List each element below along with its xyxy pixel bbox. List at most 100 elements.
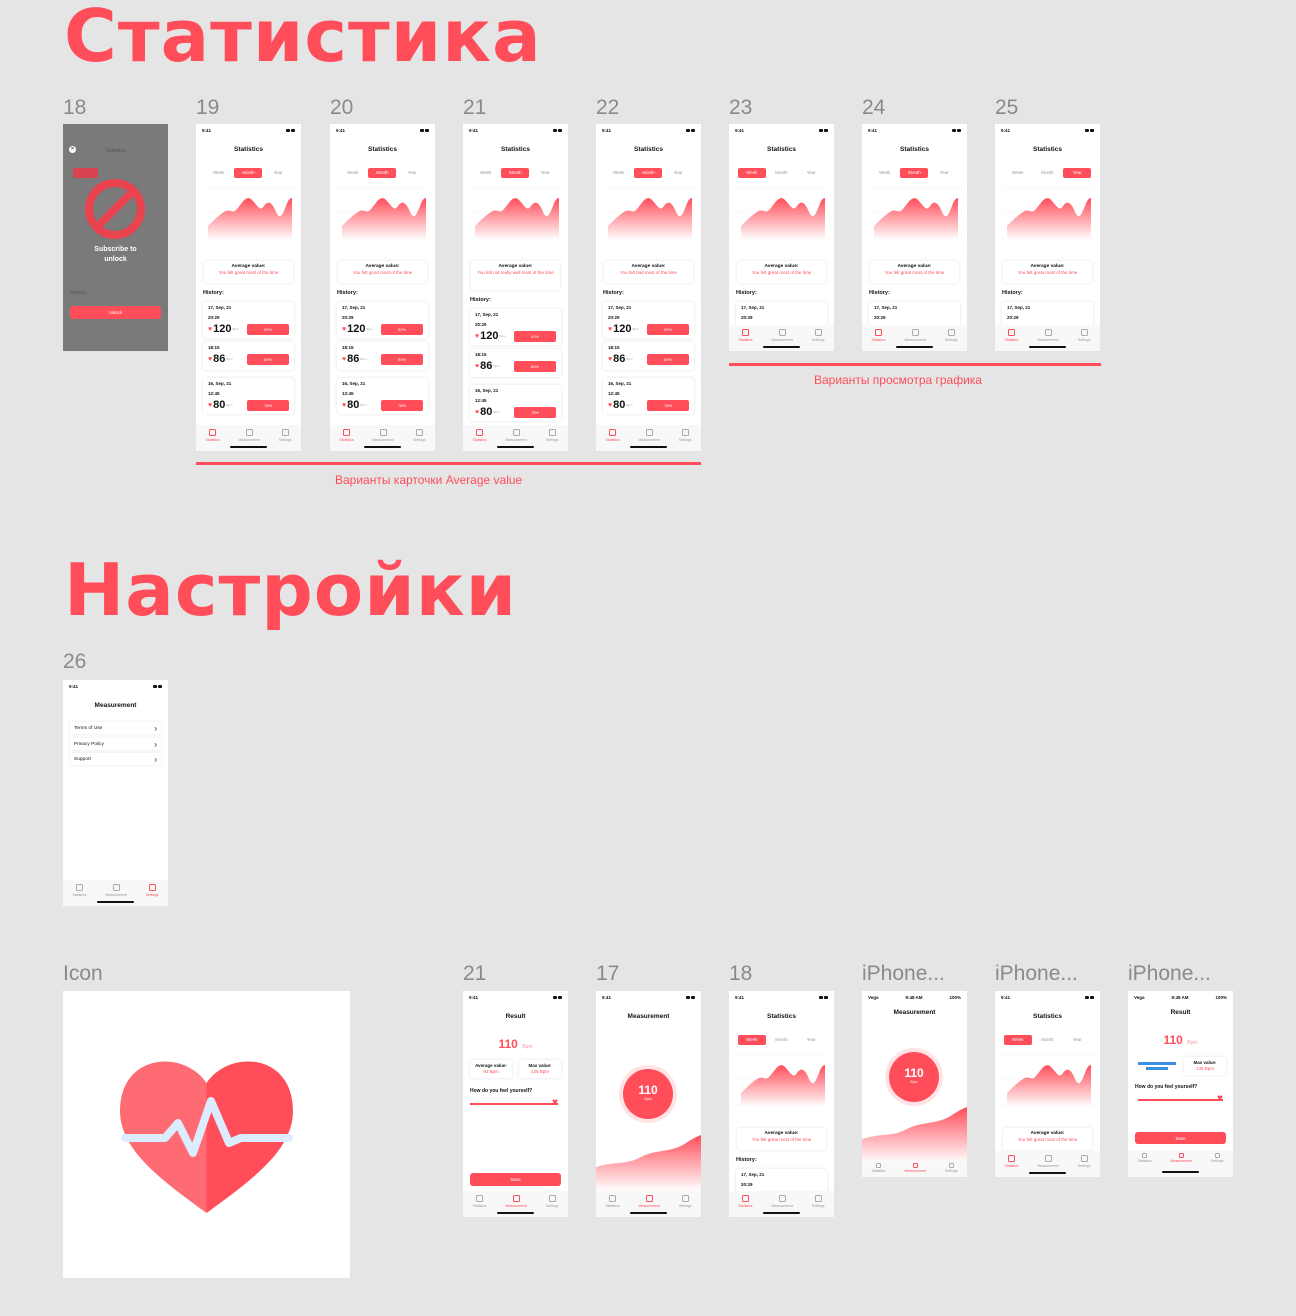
tab-month[interactable]: Month — [501, 167, 530, 178]
tab-week[interactable]: Week — [737, 167, 766, 178]
tab-week[interactable]: Week — [205, 168, 233, 178]
tab-measurement[interactable]: Measurement — [505, 429, 527, 442]
max-card: Max value: 135 Bpm — [1184, 1057, 1226, 1075]
tab-week[interactable]: Week — [871, 168, 899, 178]
settings-item-support[interactable]: Support › — [70, 753, 161, 765]
tab-settings[interactable]: Settings — [146, 884, 159, 897]
tab-settings[interactable]: Settings — [279, 429, 292, 442]
history-time: 12:45 — [475, 398, 487, 403]
history-card[interactable]: 16, Sep, 21 12:45 ♥ 80 Bpm 78% — [337, 378, 428, 414]
tab-year[interactable]: Year — [531, 168, 559, 178]
tab-month[interactable]: Month — [1033, 1035, 1061, 1045]
tab-measurement[interactable]: Measurement — [1037, 1155, 1059, 1168]
tab-statistics[interactable]: Statistics — [339, 429, 354, 442]
history-card[interactable]: 17, Sep, 21 20:29 ♥ 120 Bpm 92% — [470, 309, 561, 345]
tab-settings[interactable]: Settings — [679, 429, 692, 442]
tab-statistics[interactable]: Statistics — [472, 1195, 487, 1208]
tab-month[interactable]: Month — [1033, 168, 1061, 178]
tab-week[interactable]: Week — [339, 168, 367, 178]
history-card[interactable]: 17, Sep, 21 20:29 ♥ 120 Bpm 92% — [337, 302, 428, 338]
tab-statistics[interactable]: Statistics — [738, 329, 753, 342]
history-card[interactable]: 17, Sep, 21 20:29 ♥ 120 Bpm 92% — [603, 302, 694, 338]
tab-month[interactable]: Month — [900, 167, 929, 178]
tab-year[interactable]: Year — [1063, 1035, 1091, 1045]
history-card[interactable]: 16, Sep, 21 12:45 ♥ 80 Bpm 78% — [603, 378, 694, 414]
tab-measurement[interactable]: Measurement — [771, 1195, 793, 1208]
tab-label: Settings — [545, 438, 559, 442]
tab-statistics[interactable]: Statistics — [738, 1195, 753, 1208]
tab-measurement[interactable]: Measurement — [1037, 329, 1059, 342]
tab-measurement[interactable]: Measurement — [238, 429, 260, 442]
tab-month[interactable]: Month — [767, 1035, 795, 1045]
settings-item-privacy[interactable]: Privacy Policy › — [70, 738, 161, 750]
bpm-circle[interactable]: 110 Bpm — [889, 1052, 939, 1102]
tab-year[interactable]: Year — [797, 1035, 825, 1045]
status-icons — [952, 128, 961, 132]
tab-measurement[interactable]: Measurement — [638, 429, 660, 442]
tab-statistics[interactable]: Statistics — [605, 1195, 620, 1208]
tab-measurement[interactable]: Measurement — [638, 1195, 660, 1208]
tab-week[interactable]: Week — [1004, 168, 1032, 178]
tab-settings[interactable]: Settings — [812, 1195, 825, 1208]
tab-year[interactable]: Year — [930, 168, 958, 178]
tab-statistics[interactable]: Statistics — [1004, 329, 1019, 342]
tab-statistics[interactable]: Statistics — [871, 329, 886, 342]
tab-statistics[interactable]: Statistics — [1137, 1153, 1152, 1163]
tab-year[interactable]: Year — [797, 168, 825, 178]
tab-statistics[interactable]: Statistics — [205, 429, 220, 442]
tab-settings[interactable]: Settings — [1078, 1155, 1091, 1168]
tab-month[interactable]: Month — [634, 167, 663, 178]
tab-month[interactable]: Month — [368, 167, 397, 178]
settings-item-terms[interactable]: Terms of Use › — [70, 722, 161, 734]
history-card[interactable]: 17, Sep, 21 20:29 ♥ 120 Bpm 92% — [203, 302, 294, 338]
feel-slider[interactable] — [1138, 1099, 1223, 1101]
slider-heart-handle[interactable]: ♥ — [552, 1098, 558, 1108]
feel-slider[interactable] — [470, 1103, 558, 1105]
tab-week[interactable]: Week — [605, 168, 633, 178]
tab-measurement[interactable]: Measurement — [505, 1195, 527, 1208]
tab-measurement[interactable]: Measurement — [904, 1163, 926, 1173]
tab-settings[interactable]: Settings — [812, 329, 825, 342]
tab-statistics[interactable]: Statistics — [72, 884, 87, 897]
tab-statistics[interactable]: Statistics — [871, 1163, 886, 1173]
tab-month[interactable]: Month — [767, 168, 795, 178]
bpm-circle[interactable]: 110 Bpm — [623, 1069, 673, 1119]
tab-year[interactable]: Year — [264, 168, 292, 178]
tab-settings[interactable]: Settings — [1078, 329, 1091, 342]
average-message: You felt good most of the time — [352, 270, 413, 275]
tab-measurement[interactable]: Measurement — [372, 429, 394, 442]
tab-statistics[interactable]: Statistics — [1004, 1155, 1019, 1168]
statistics-title: Statistics — [767, 1013, 796, 1020]
tab-week[interactable]: Week — [737, 1034, 766, 1045]
tab-settings[interactable]: Settings — [945, 329, 958, 342]
unlock-button[interactable]: Unlock — [70, 306, 161, 319]
tab-statistics[interactable]: Statistics — [472, 429, 487, 442]
tab-week[interactable]: Week — [472, 168, 500, 178]
save-button[interactable]: Save — [470, 1173, 561, 1186]
tab-measurement[interactable]: Measurement — [904, 329, 926, 342]
tab-year[interactable]: Year — [1063, 167, 1092, 178]
tab-settings[interactable]: Settings — [1211, 1153, 1224, 1163]
history-bpm: 120 — [613, 323, 632, 335]
tab-year[interactable]: Year — [664, 168, 692, 178]
history-card[interactable]: 18:15 ♥ 86 Bpm 80% — [337, 342, 428, 370]
history-card[interactable]: 16, Sep, 21 12:45 ♥ 80 Bpm 78% — [203, 378, 294, 414]
history-card[interactable]: 18:15 ♥ 86 Bpm 80% — [470, 349, 561, 377]
history-card[interactable]: 18:15 ♥ 86 Bpm 80% — [603, 342, 694, 370]
slider-heart-handle[interactable]: ♥ — [1217, 1094, 1223, 1104]
tab-statistics[interactable]: Statistics — [605, 429, 620, 442]
tab-settings[interactable]: Settings — [679, 1195, 692, 1208]
history-card[interactable]: 16, Sep, 21 12:45 ♥ 80 Bpm 78% — [470, 385, 561, 421]
tab-settings[interactable]: Settings — [546, 429, 559, 442]
tab-month[interactable]: Month — [234, 167, 263, 178]
history-card[interactable]: 18:15 ♥ 86 Bpm 80% — [203, 342, 294, 370]
tab-measurement[interactable]: Measurement — [771, 329, 793, 342]
tab-settings[interactable]: Settings — [413, 429, 426, 442]
tab-week[interactable]: Week — [1003, 1034, 1032, 1045]
tab-year[interactable]: Year — [398, 168, 426, 178]
tab-settings[interactable]: Settings — [546, 1195, 559, 1208]
tab-measurement[interactable]: Measurement — [105, 884, 127, 897]
tab-settings[interactable]: Settings — [945, 1163, 958, 1173]
save-button[interactable]: Save — [1135, 1132, 1226, 1144]
tab-measurement[interactable]: Measurement — [1170, 1153, 1192, 1163]
